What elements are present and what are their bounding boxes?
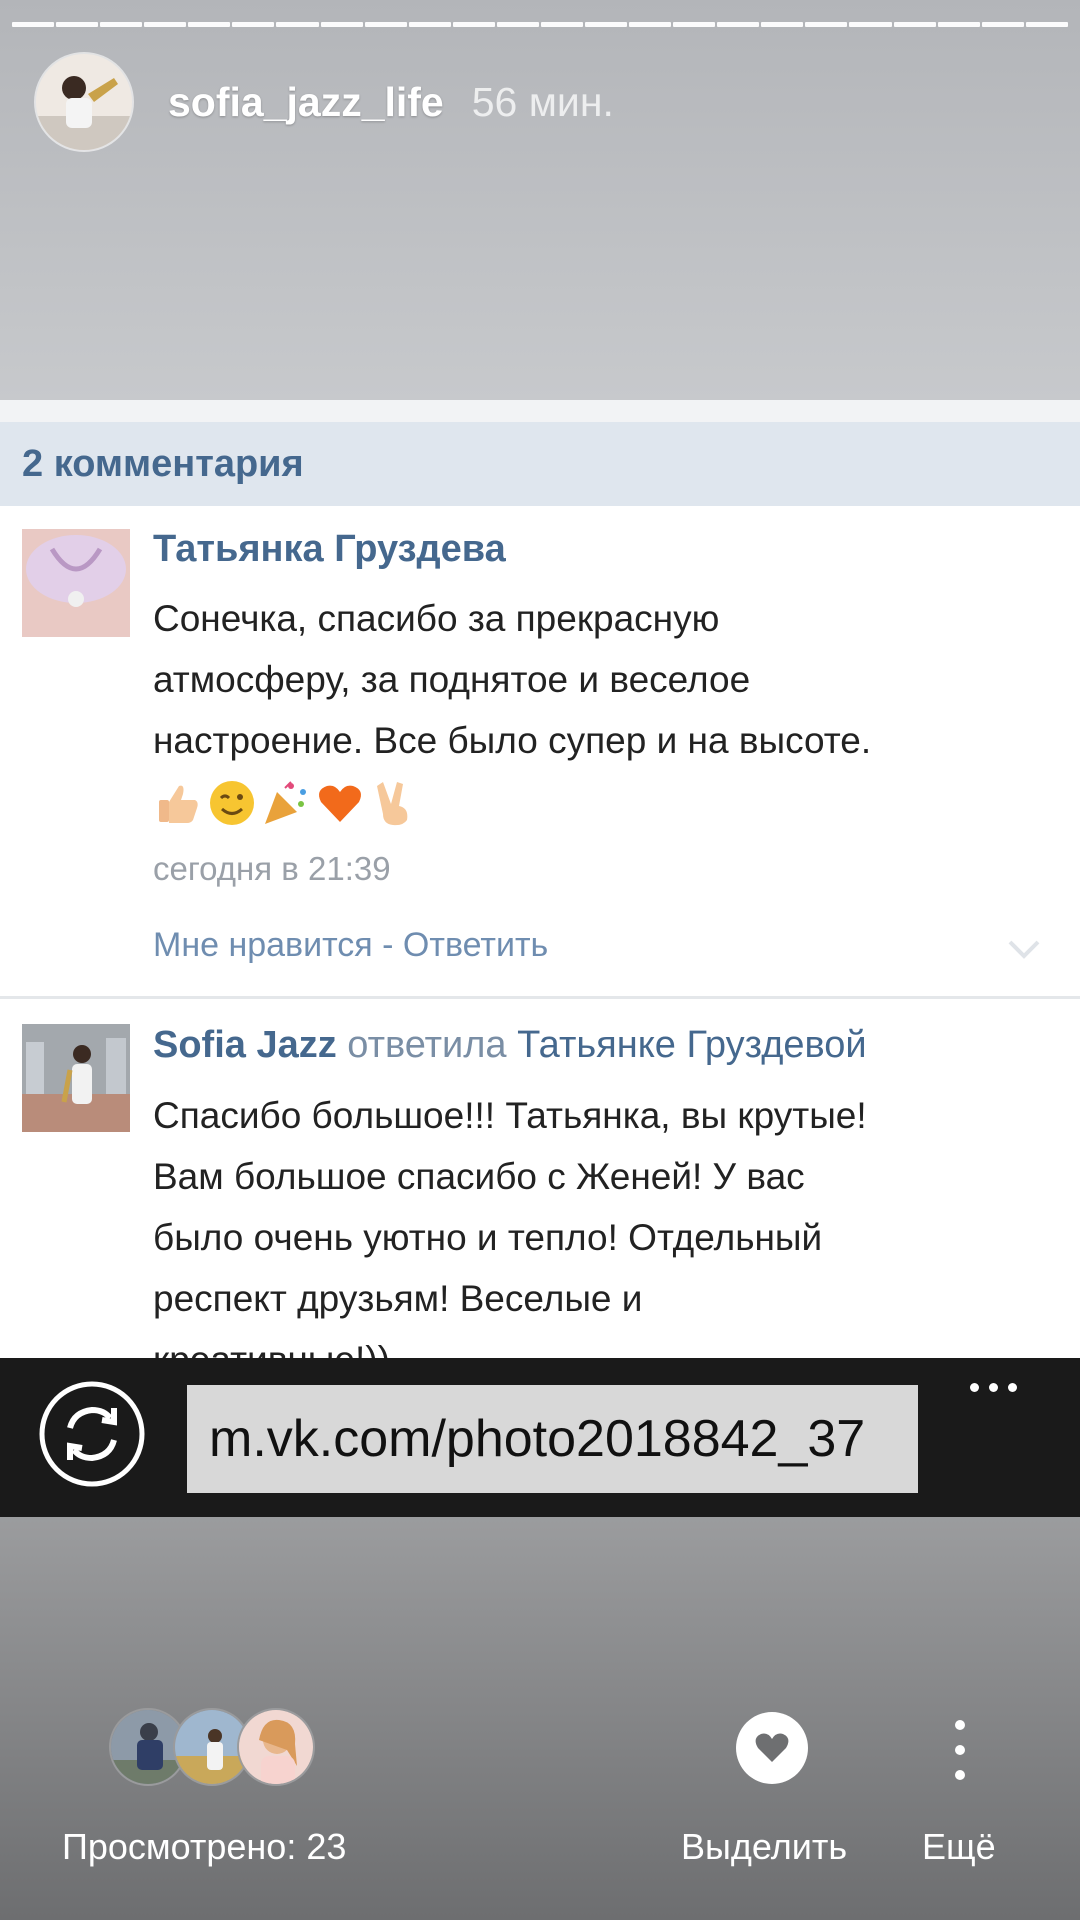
comment-date: сегодня в 21:39 (153, 850, 391, 887)
post-time: 56 мин. (471, 78, 614, 125)
refresh-icon[interactable] (38, 1380, 146, 1488)
progress-segment (100, 22, 143, 27)
progress-segment (849, 22, 892, 27)
username[interactable]: sofia_jazz_life (168, 79, 444, 126)
progress-segment (1025, 22, 1068, 27)
comment-text-line: Сонечка, спасибо за прекрасную (153, 598, 720, 639)
progress-segment (408, 22, 451, 27)
url-field[interactable]: m.vk.com/photo2018842_37 (187, 1385, 918, 1493)
user-avatar[interactable] (36, 54, 132, 150)
progress-segment (805, 22, 848, 27)
victory-hand-icon (369, 778, 419, 828)
party-popper-icon (261, 778, 311, 828)
progress-segment (452, 22, 495, 27)
commenter-avatar[interactable] (22, 529, 130, 637)
viewers-avatars[interactable] (109, 1708, 329, 1788)
progress-segment (540, 22, 584, 27)
views-count[interactable]: Просмотрено: 23 (62, 1826, 346, 1868)
reply-to-link[interactable]: Татьянке Груздевой (517, 1024, 866, 1066)
progress-segment (893, 22, 936, 27)
comment-divider (0, 996, 1080, 999)
progress-segment (12, 22, 55, 27)
browser-more-icon[interactable] (970, 1376, 1030, 1398)
comment-text-line: Спасибо большое!!! Татьянка, вы крутые! (153, 1095, 867, 1136)
winking-face-icon (207, 778, 257, 828)
progress-segment (673, 22, 716, 27)
comment-text: Сонечка, спасибо за прекрасную атмосферу… (153, 588, 1053, 771)
chevron-down-icon[interactable] (1004, 934, 1044, 964)
commenter-avatar[interactable] (22, 1024, 130, 1132)
comment-text-line: настроение. Все было супер и на высоте. (153, 720, 872, 761)
progress-segment (56, 22, 99, 27)
comment-author[interactable]: Sofia Jazz (153, 1024, 337, 1066)
progress-segment (981, 22, 1024, 27)
comment-text-line: респект друзьям! Веселые и (153, 1278, 643, 1319)
story-progress-bar (12, 22, 1068, 27)
progress-segment (496, 22, 539, 27)
progress-segment (188, 22, 231, 27)
thumbs-up-icon (153, 778, 203, 828)
comment-text-line: было очень уютно и тепло! Отдельный (153, 1217, 823, 1258)
more-vertical-icon[interactable] (945, 1720, 975, 1780)
comment-actions[interactable]: Мне нравится - Ответить (153, 926, 548, 965)
progress-segment (761, 22, 804, 27)
highlight-button-label[interactable]: Выделить (681, 1826, 847, 1868)
viewer-avatar (237, 1708, 315, 1786)
comment-emojis (153, 778, 419, 828)
reply-verb: ответила (347, 1024, 507, 1066)
comment-text: Спасибо большое!!! Татьянка, вы крутые! … (153, 1085, 1053, 1390)
browser-address-bar: m.vk.com/photo2018842_37 (0, 1358, 1080, 1517)
orange-heart-icon (315, 778, 365, 828)
progress-segment (937, 22, 980, 27)
progress-segment (629, 22, 672, 27)
progress-segment (320, 22, 363, 27)
comment-text-line: атмосферу, за поднятое и веселое (153, 659, 751, 700)
progress-segment (276, 22, 319, 27)
progress-segment (144, 22, 187, 27)
heart-icon[interactable] (736, 1712, 808, 1784)
comment-author[interactable]: Татьянка Груздева (153, 528, 506, 571)
comments-count-header: 2 комментария (0, 422, 1080, 506)
progress-segment (717, 22, 760, 27)
progress-segment (364, 22, 407, 27)
more-button-label[interactable]: Ещё (922, 1826, 996, 1868)
comment-text-line: Вам большое спасибо с Женей! У вас (153, 1156, 805, 1197)
story-header: sofia_jazz_life 56 мин. (36, 54, 614, 150)
shared-screenshot: 2 комментария Татьянка Груздева Сонечка,… (0, 400, 1080, 1517)
progress-segment (232, 22, 275, 27)
progress-segment (585, 22, 628, 27)
screenshot-top-strip (0, 400, 1080, 422)
reply-author-line: Sofia Jazz ответила Татьянке Груздевой (153, 1024, 867, 1067)
